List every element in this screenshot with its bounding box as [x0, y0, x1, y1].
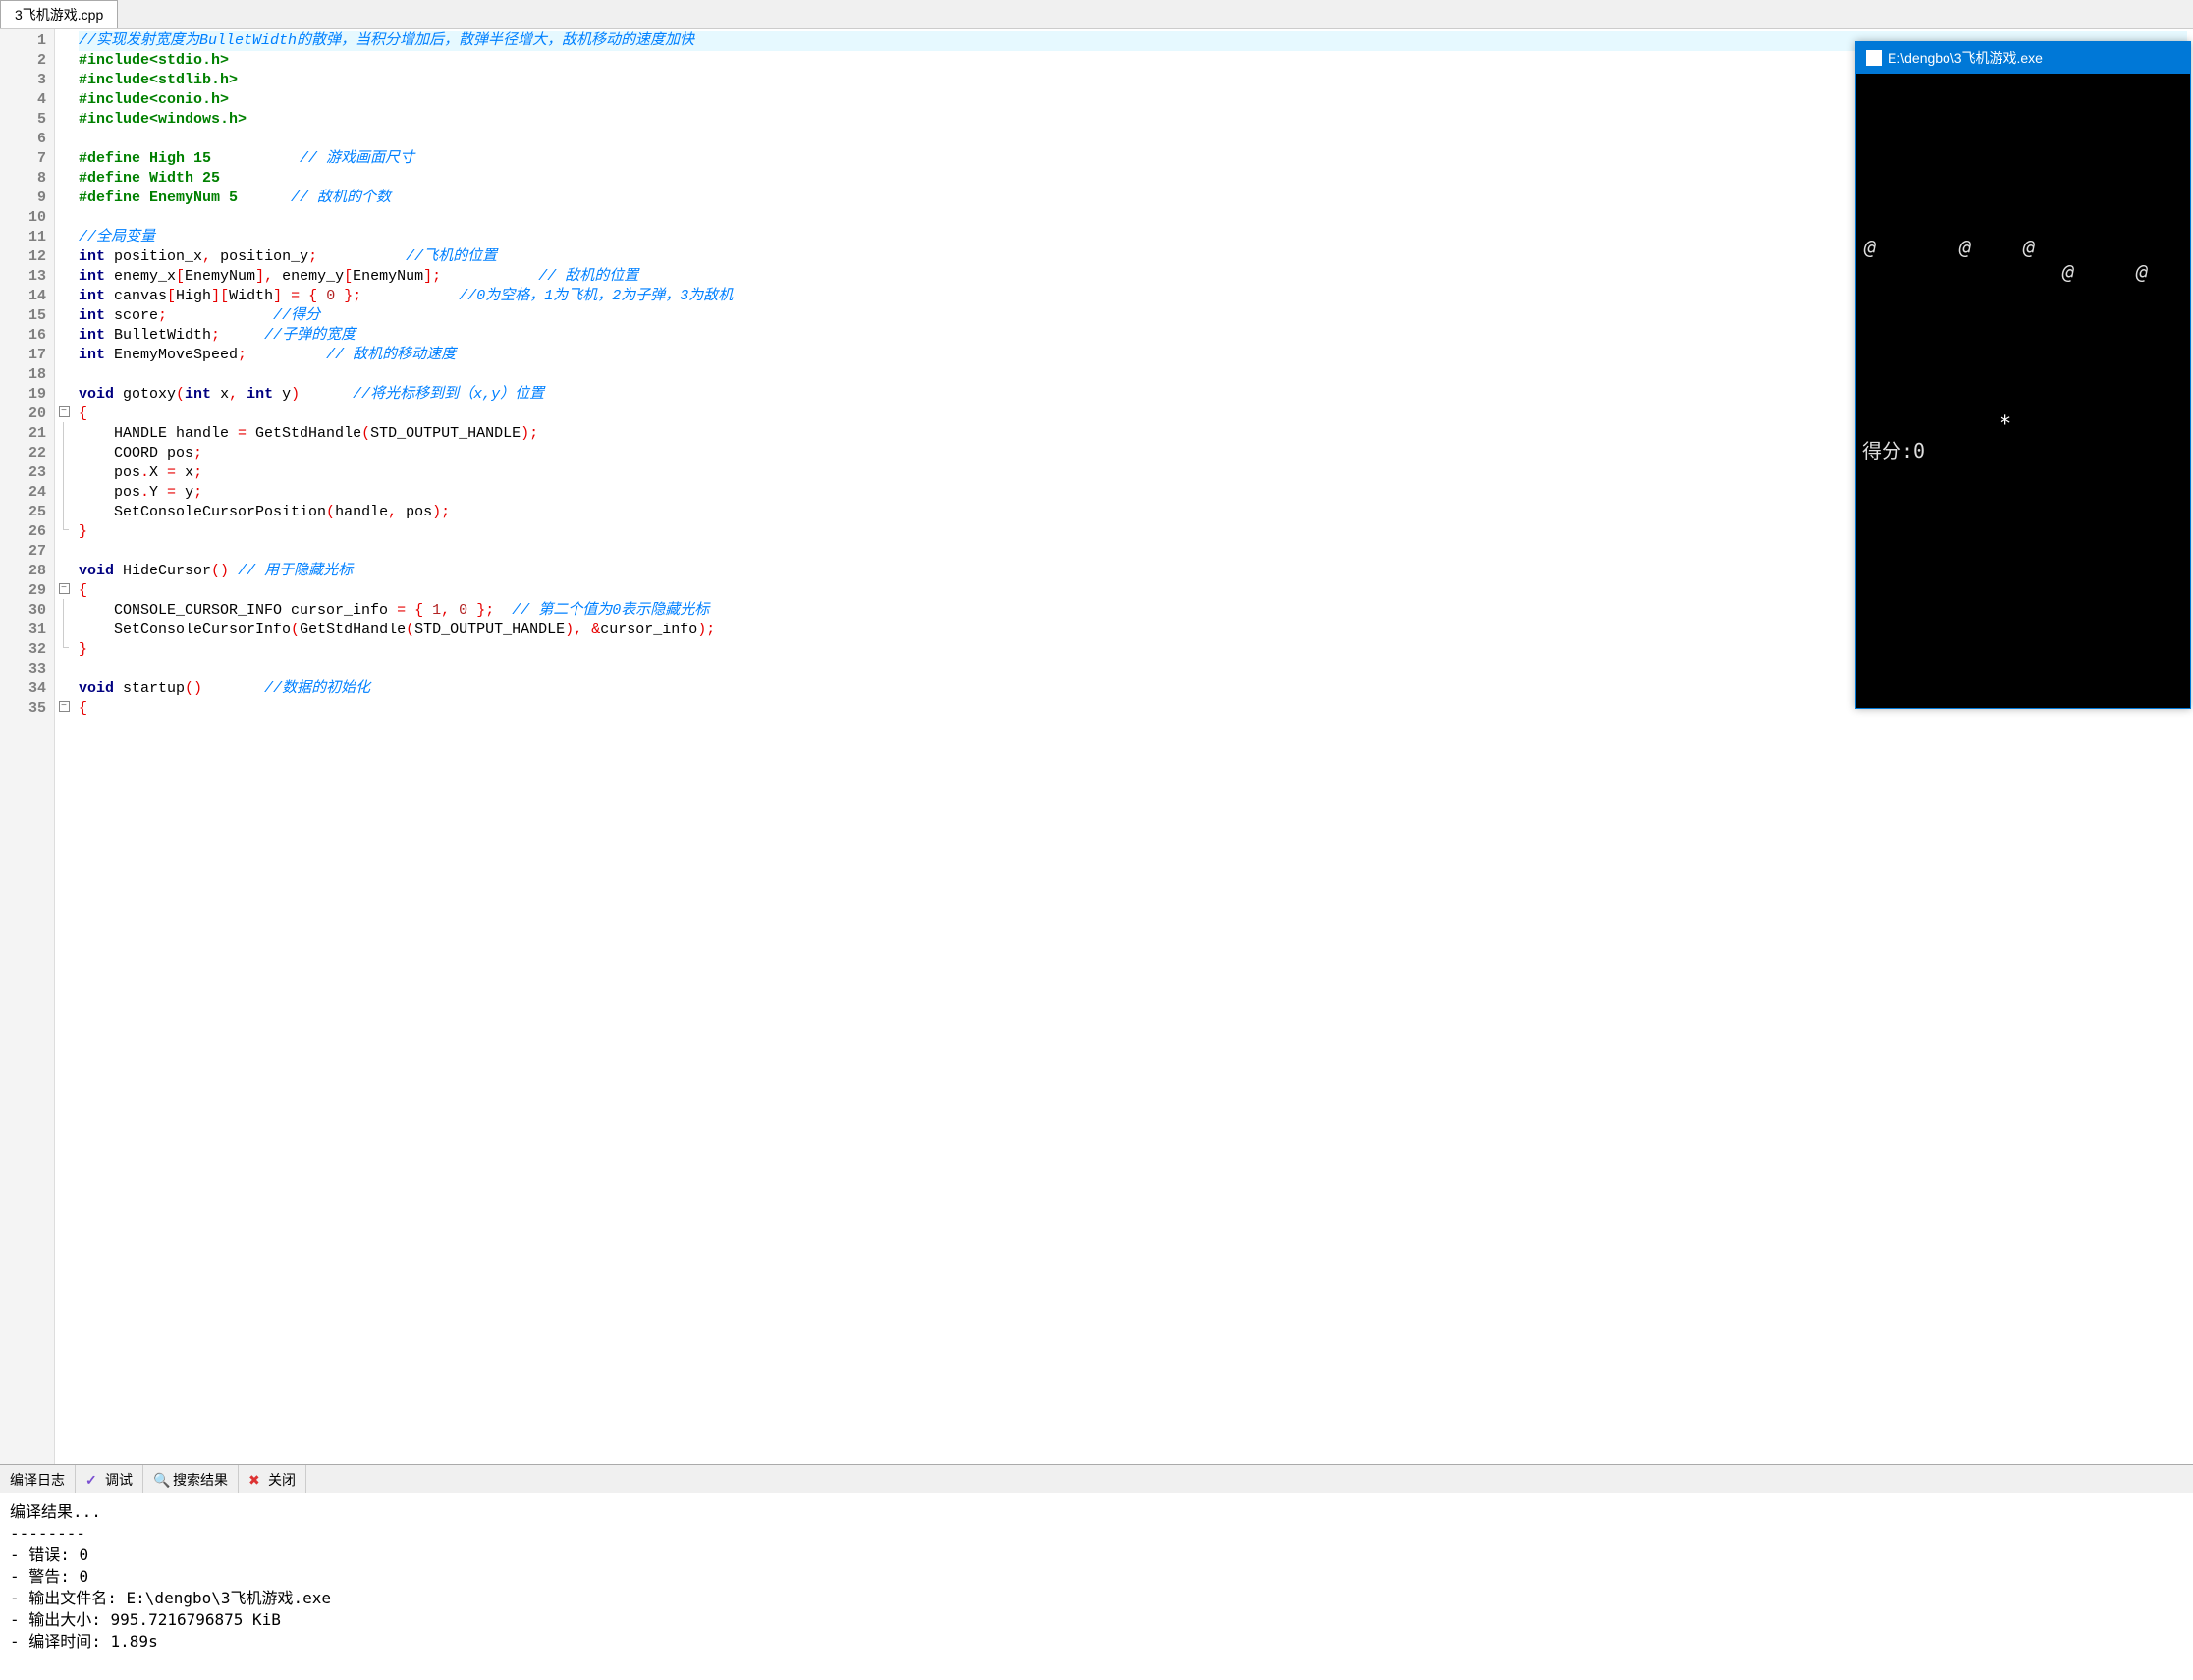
close-icon — [248, 1472, 264, 1488]
ide-window: 3飞机游戏.cpp 123456789101112131415161718192… — [0, 0, 2193, 1680]
console-window[interactable]: E:\dengbo\3飞机游戏.exe * 得分:0 @ @ @ @ @ — [1855, 41, 2191, 709]
output-panel[interactable]: 编译结果... -------- - 错误: 0 - 警告: 0 - 输出文件名… — [0, 1493, 2193, 1680]
magnifier-icon — [153, 1472, 169, 1488]
score-text: 得分:0 — [1862, 435, 1925, 463]
console-title-text: E:\dengbo\3飞机游戏.exe — [1888, 48, 2043, 68]
fold-toggle-icon[interactable]: − — [59, 701, 70, 712]
bottom-tab-bar: 编译日志 调试 搜索结果 关闭 — [0, 1464, 2193, 1493]
console-icon — [1866, 50, 1882, 66]
fold-toggle-icon[interactable]: − — [59, 406, 70, 417]
editor-row: 1234567891011121314151617181920212223242… — [0, 29, 2193, 1464]
check-icon — [85, 1472, 101, 1488]
console-body: * 得分:0 @ @ @ @ @ — [1856, 74, 2190, 708]
game-bullet: * — [1999, 412, 2011, 437]
tab-compile-log[interactable]: 编译日志 — [0, 1465, 76, 1493]
line-number-gutter: 1234567891011121314151617181920212223242… — [0, 29, 55, 1464]
tab-debug[interactable]: 调试 — [76, 1465, 143, 1493]
file-tab-bar: 3飞机游戏.cpp — [0, 0, 2193, 29]
game-enemy: @ — [2023, 236, 2035, 259]
file-tab[interactable]: 3飞机游戏.cpp — [0, 0, 118, 28]
game-enemy: @ — [1959, 236, 1971, 259]
game-enemy: @ — [2062, 260, 2074, 284]
game-enemy: @ — [1864, 236, 1876, 259]
game-enemy: @ — [2136, 260, 2148, 284]
fold-toggle-icon[interactable]: − — [59, 583, 70, 594]
tab-close[interactable]: 关闭 — [239, 1465, 306, 1493]
tab-search-results[interactable]: 搜索结果 — [143, 1465, 239, 1493]
console-titlebar[interactable]: E:\dengbo\3飞机游戏.exe — [1856, 42, 2190, 74]
fold-column: − − − — [55, 29, 73, 1464]
